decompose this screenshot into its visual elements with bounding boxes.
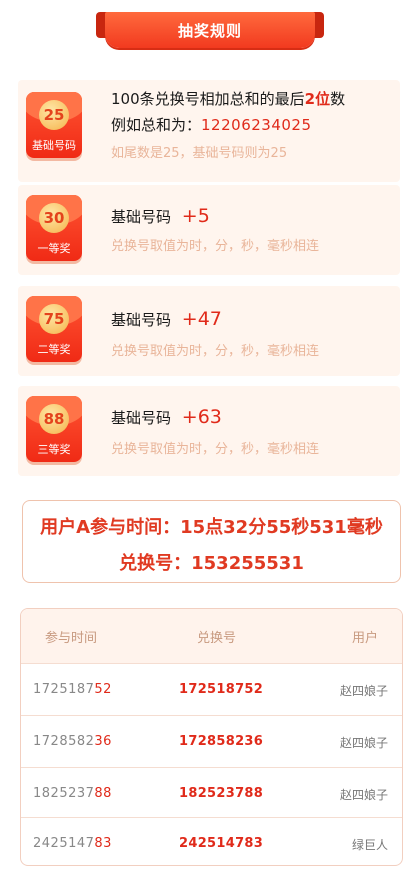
row-time: 172858236 (33, 734, 112, 749)
row-user: 赵四娘子 (339, 736, 388, 750)
redemption-code: 兑换号：153255531 (119, 553, 304, 574)
example-info-box: 用户A参与时间：15点32分55秒531毫秒 兑换号：153255531 (22, 500, 401, 583)
row-code: 172518752 (179, 682, 264, 697)
row-time: 182523788 (33, 786, 112, 801)
prize-formula: 基础号码 +5 (111, 203, 210, 230)
badge-label: 三等奖 (37, 443, 71, 456)
red-envelope-icon: 25 基础号码 (26, 92, 82, 158)
participants-table: 参与时间 兑换号 用户 172518752 172518752 赵四娘子 172… (20, 608, 403, 866)
table-row: 182523788 182523788 赵四娘子 (21, 767, 402, 819)
row-time: 172518752 (33, 682, 112, 697)
column-header-user: 用户 (351, 631, 378, 646)
row-time: 242514783 (33, 836, 112, 851)
badge-label: 基础号码 (32, 139, 76, 152)
row-code: 182523788 (179, 786, 264, 801)
card-note: 兑换号取值为时，分，秒，毫秒相连 (111, 442, 320, 457)
card-note: 如尾数是25，基础号码则为25 (111, 146, 288, 161)
formula-label: 基础号码 (111, 311, 172, 329)
base-number-card: 25 基础号码 100条兑换号相加总和的最后2位数 例如总和为：12206234… (18, 80, 400, 182)
formula-increment: +47 (181, 308, 222, 330)
badge-number: 30 (39, 203, 69, 233)
table-header: 参与时间 兑换号 用户 (21, 609, 402, 663)
rule-text: 100条兑换号相加总和的最后 (111, 90, 305, 108)
red-envelope-icon: 75 二等奖 (26, 296, 82, 362)
table-row: 242514783 242514783 绿巨人 (21, 817, 402, 865)
column-header-code: 兑换号 (197, 631, 237, 646)
prize-formula: 基础号码 +47 (111, 306, 222, 333)
row-user: 绿巨人 (351, 838, 388, 852)
row-code: 172858236 (179, 734, 264, 749)
red-envelope-icon: 88 三等奖 (26, 396, 82, 462)
formula-increment: +5 (181, 205, 210, 227)
formula-label: 基础号码 (111, 409, 172, 427)
table-row: 172518752 172518752 赵四娘子 (21, 663, 402, 715)
example-label: 例如总和为： (111, 116, 202, 134)
formula-increment: +63 (181, 406, 222, 428)
prize-formula: 基础号码 +63 (111, 404, 222, 431)
red-envelope-icon: 30 一等奖 (26, 195, 82, 261)
first-prize-card: 30 一等奖 基础号码 +5 兑换号取值为时，分，秒，毫秒相连 (18, 185, 400, 275)
rule-text-suffix: 数 (330, 90, 346, 108)
rules-header: 抽奖规则 (0, 12, 420, 52)
participation-time: 用户A参与时间：15点32分55秒531毫秒 (40, 517, 383, 538)
page-title: 抽奖规则 (105, 12, 315, 48)
rule-highlight: 2位 (304, 90, 331, 108)
formula-label: 基础号码 (111, 208, 172, 226)
row-code: 242514783 (179, 836, 264, 851)
row-user: 赵四娘子 (339, 788, 388, 802)
row-user: 赵四娘子 (339, 684, 388, 698)
base-number-description: 100条兑换号相加总和的最后2位数 例如总和为：12206234025 (111, 86, 345, 138)
second-prize-card: 75 二等奖 基础号码 +47 兑换号取值为时，分，秒，毫秒相连 (18, 286, 400, 376)
badge-label: 二等奖 (37, 343, 71, 356)
badge-number: 25 (39, 100, 69, 130)
card-note: 兑换号取值为时，分，秒，毫秒相连 (111, 239, 320, 254)
example-sum: 12206234025 (201, 116, 312, 134)
badge-number: 88 (39, 404, 69, 434)
card-note: 兑换号取值为时，分，秒，毫秒相连 (111, 344, 320, 359)
column-header-time: 参与时间 (45, 631, 98, 646)
badge-label: 一等奖 (37, 242, 71, 255)
table-row: 172858236 172858236 赵四娘子 (21, 715, 402, 767)
badge-number: 75 (39, 304, 69, 334)
third-prize-card: 88 三等奖 基础号码 +63 兑换号取值为时，分，秒，毫秒相连 (18, 386, 400, 476)
